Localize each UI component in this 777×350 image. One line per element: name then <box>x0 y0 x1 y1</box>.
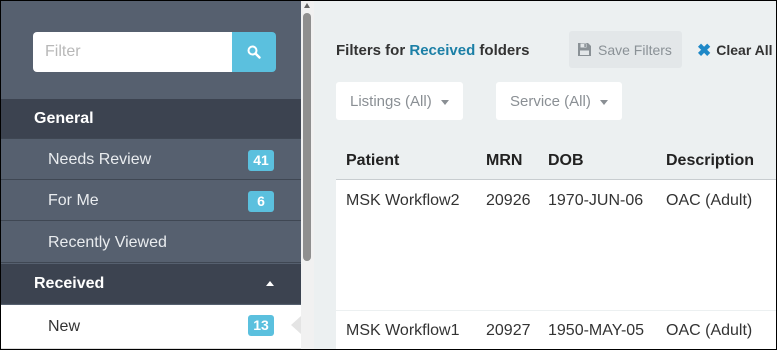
save-filters-button[interactable]: Save Filters <box>569 31 682 68</box>
count-badge: 13 <box>248 315 274 336</box>
save-filters-label: Save Filters <box>598 41 672 58</box>
sidebar-item-label: New <box>48 317 81 335</box>
main-panel: Filters for Received folders Save Filter… <box>314 1 776 349</box>
listings-dropdown[interactable]: Listings (All) <box>336 82 463 120</box>
chevron-down-icon <box>440 99 449 105</box>
cell-patient: MSK Workflow2 <box>346 192 460 209</box>
app-frame: General Needs Review 41 For Me 6 Recentl… <box>0 0 777 350</box>
clear-all-label: Clear All <box>716 42 773 58</box>
filter-box <box>33 32 276 72</box>
cell-description: OAC (Adult) <box>666 192 753 209</box>
sidebar-item-label: For Me <box>48 191 99 209</box>
service-dropdown-label: Service (All) <box>510 92 591 110</box>
section-general-label: General <box>34 109 94 127</box>
cell-mrn: 20927 <box>486 322 531 339</box>
filters-title-prefix: Filters for <box>336 42 406 59</box>
sidebar: General Needs Review 41 For Me 6 Recentl… <box>1 1 301 349</box>
sidebar-item-label: Needs Review <box>48 150 152 168</box>
filters-title: Filters for Received folders <box>336 42 529 59</box>
sidebar-item-new[interactable]: New 13 <box>1 305 301 349</box>
cell-description: OAC (Adult) <box>666 322 753 339</box>
section-general-header: General <box>1 99 301 139</box>
cell-dob: 1970-JUN-06 <box>548 192 644 209</box>
count-badge: 41 <box>248 150 274 171</box>
column-header-description[interactable]: Description <box>666 152 754 170</box>
cell-mrn: 20926 <box>486 192 531 209</box>
count-badge: 6 <box>248 191 274 212</box>
filters-title-suffix: folders <box>479 42 530 59</box>
sidebar-item-needs-review[interactable]: Needs Review 41 <box>1 140 301 180</box>
section-received-label: Received <box>34 274 105 292</box>
cell-dob: 1950-MAY-05 <box>548 322 645 339</box>
service-dropdown[interactable]: Service (All) <box>496 82 622 120</box>
search-icon <box>247 45 261 59</box>
save-icon <box>578 43 591 56</box>
close-icon: ✖ <box>697 40 712 60</box>
column-header-mrn[interactable]: MRN <box>486 152 522 170</box>
clear-all-button[interactable]: ✖ Clear All <box>697 39 773 61</box>
search-button[interactable] <box>232 32 276 72</box>
cell-patient: MSK Workflow1 <box>346 322 460 339</box>
sidebar-item-recently-viewed[interactable]: Recently Viewed <box>1 223 301 263</box>
chevron-up-icon <box>266 281 274 286</box>
sidebar-item-label: Recently Viewed <box>48 233 167 251</box>
column-header-patient[interactable]: Patient <box>346 152 399 170</box>
filter-input[interactable] <box>33 32 232 72</box>
section-received-header[interactable]: Received <box>1 264 301 304</box>
sidebar-item-for-me[interactable]: For Me 6 <box>1 181 301 221</box>
filters-title-folder: Received <box>409 42 476 59</box>
chevron-down-icon <box>599 99 608 105</box>
listings-dropdown-label: Listings (All) <box>350 92 432 110</box>
active-indicator <box>291 316 301 334</box>
sidebar-scrollbar[interactable] <box>301 1 314 349</box>
scroll-thumb[interactable] <box>303 13 311 261</box>
column-header-dob[interactable]: DOB <box>548 152 584 170</box>
scroll-up-icon[interactable] <box>304 3 310 8</box>
